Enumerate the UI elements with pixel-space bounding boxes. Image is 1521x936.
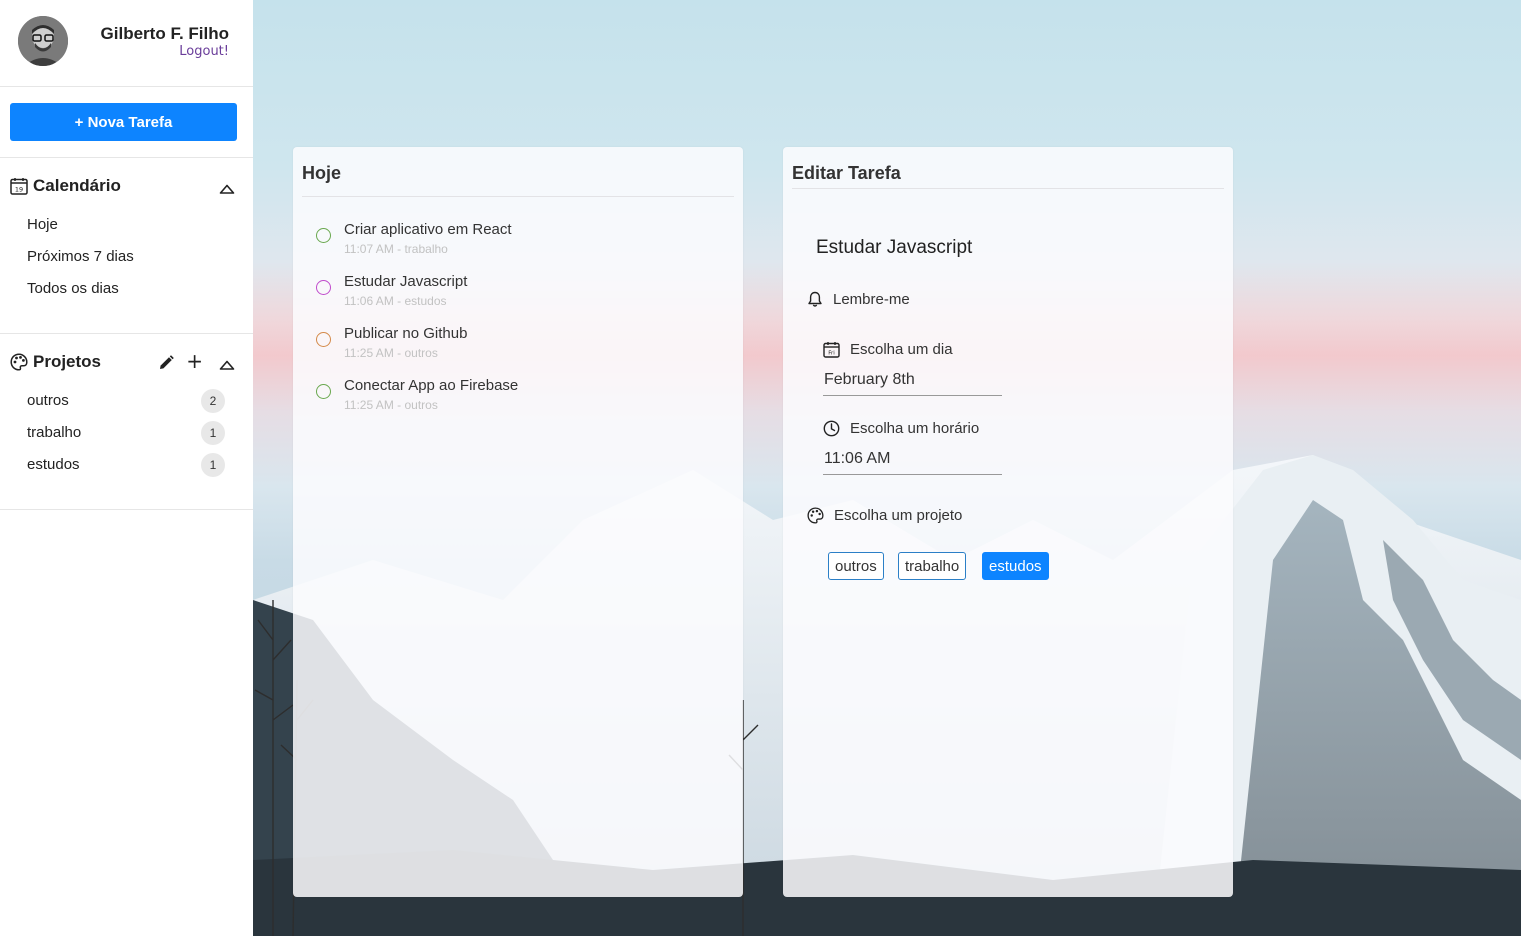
task-checkbox-icon[interactable] bbox=[316, 228, 331, 243]
task-item[interactable]: Criar aplicativo em React 11:07 AM - tra… bbox=[316, 221, 716, 267]
projects-title: Projetos bbox=[33, 352, 102, 371]
project-item-estudos[interactable]: estudos 1 bbox=[27, 453, 225, 488]
divider bbox=[302, 196, 734, 197]
sidebar: Gilberto F. Filho Logout! + Nova Tarefa … bbox=[0, 0, 253, 936]
time-label-row: Escolha um horário bbox=[823, 420, 979, 437]
day-field[interactable]: February 8th bbox=[823, 365, 1002, 396]
calendar-title: Calendário bbox=[33, 176, 121, 195]
projects-list: outros 2 trabalho 1 estudos 1 bbox=[27, 389, 225, 488]
reminder-toggle[interactable]: Lembre-me bbox=[807, 291, 910, 308]
project-name: trabalho bbox=[27, 424, 82, 441]
task-checkbox-icon[interactable] bbox=[316, 280, 331, 295]
chevron-up-icon[interactable] bbox=[219, 356, 235, 370]
user-name: Gilberto F. Filho bbox=[100, 24, 229, 43]
day-label: Escolha um dia bbox=[850, 341, 953, 358]
clock-icon bbox=[823, 420, 840, 437]
today-panel: Hoje Criar aplicativo em React 11:07 AM … bbox=[293, 147, 743, 897]
user-profile: Gilberto F. Filho Logout! bbox=[0, 0, 253, 87]
project-name: estudos bbox=[27, 456, 80, 473]
svg-text:Fri: Fri bbox=[828, 351, 835, 357]
svg-text:19: 19 bbox=[15, 186, 23, 194]
bell-icon bbox=[808, 291, 822, 307]
calendar-header[interactable]: 19 Calendário bbox=[10, 176, 121, 196]
palette-icon bbox=[10, 353, 28, 371]
task-title: Publicar no Github bbox=[344, 325, 468, 342]
calendar-item-all-days[interactable]: Todos os dias bbox=[27, 280, 134, 312]
task-title: Criar aplicativo em React bbox=[344, 221, 512, 238]
calendar-day-icon: Fri bbox=[823, 342, 840, 358]
new-task-area: + Nova Tarefa bbox=[0, 87, 253, 158]
logout-link[interactable]: Logout! bbox=[179, 44, 229, 59]
divider bbox=[792, 188, 1224, 189]
calendar-section: 19 Calendário Hoje Próximos 7 dias Todos… bbox=[0, 158, 253, 334]
project-item-outros[interactable]: outros 2 bbox=[27, 389, 225, 424]
projects-header[interactable]: Projetos bbox=[10, 352, 101, 372]
edit-pencil-icon[interactable] bbox=[157, 354, 175, 372]
chevron-up-icon[interactable] bbox=[219, 180, 235, 194]
palette-icon bbox=[807, 507, 824, 524]
task-checkbox-icon[interactable] bbox=[316, 384, 331, 399]
project-label: Escolha um projeto bbox=[834, 507, 963, 524]
task-meta: 11:25 AM - outros bbox=[344, 398, 438, 412]
task-meta: 11:06 AM - estudos bbox=[344, 294, 447, 308]
time-label: Escolha um horário bbox=[850, 420, 980, 437]
panel-title: Editar Tarefa bbox=[792, 163, 901, 183]
new-task-button[interactable]: + Nova Tarefa bbox=[10, 103, 237, 141]
project-count-badge: 1 bbox=[201, 421, 225, 445]
task-item[interactable]: Publicar no Github 11:25 AM - outros bbox=[316, 325, 716, 371]
task-meta: 11:25 AM - outros bbox=[344, 346, 438, 360]
project-chip-outros[interactable]: outros bbox=[828, 552, 884, 580]
project-chip-estudos[interactable]: estudos bbox=[982, 552, 1049, 580]
task-item[interactable]: Conectar App ao Firebase 11:25 AM - outr… bbox=[316, 377, 716, 423]
calendar-item-today[interactable]: Hoje bbox=[27, 216, 134, 248]
add-project-icon[interactable]: + bbox=[186, 350, 203, 372]
project-count-badge: 2 bbox=[201, 389, 225, 413]
task-item[interactable]: Estudar Javascript 11:06 AM - estudos bbox=[316, 273, 716, 319]
project-chip-trabalho[interactable]: trabalho bbox=[898, 552, 967, 580]
edit-task-panel: Editar Tarefa Estudar Javascript Lembre-… bbox=[783, 147, 1233, 897]
reminder-label: Lembre-me bbox=[833, 291, 910, 308]
project-label-row: Escolha um projeto bbox=[807, 507, 962, 524]
project-item-trabalho[interactable]: trabalho 1 bbox=[27, 421, 225, 456]
avatar[interactable] bbox=[18, 16, 68, 66]
projects-section: Projetos + outros 2 trabalho 1 estudos 1 bbox=[0, 334, 253, 510]
task-title: Estudar Javascript bbox=[344, 273, 468, 290]
task-title: Conectar App ao Firebase bbox=[344, 377, 519, 394]
calendar-icon: 19 bbox=[10, 177, 28, 195]
calendar-list: Hoje Próximos 7 dias Todos os dias bbox=[27, 216, 134, 312]
task-name[interactable]: Estudar Javascript bbox=[816, 237, 972, 259]
project-name: outros bbox=[27, 392, 69, 409]
calendar-item-next-7-days[interactable]: Próximos 7 dias bbox=[27, 248, 134, 280]
task-meta: 11:07 AM - trabalho bbox=[344, 242, 448, 256]
time-field[interactable]: 11:06 AM bbox=[823, 444, 1002, 475]
project-count-badge: 1 bbox=[201, 453, 225, 477]
day-label-row: Fri Escolha um dia bbox=[823, 341, 953, 358]
panel-title: Hoje bbox=[302, 163, 342, 183]
task-checkbox-icon[interactable] bbox=[316, 332, 331, 347]
